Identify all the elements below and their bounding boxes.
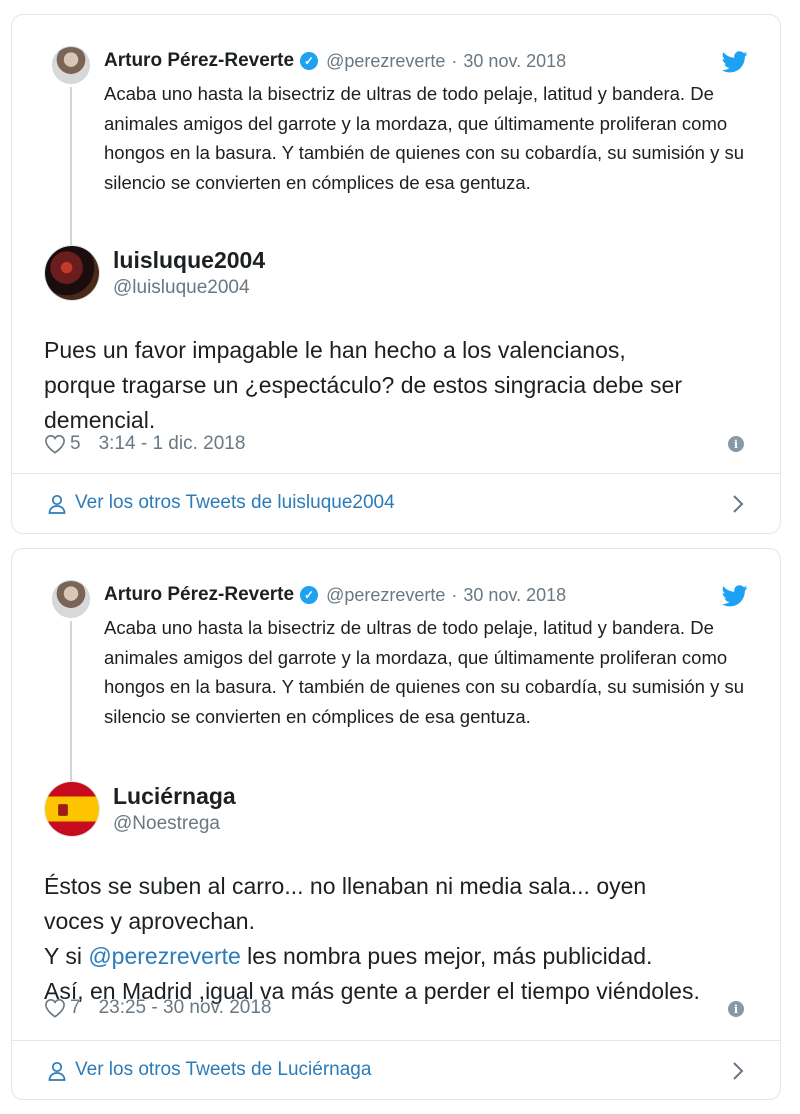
parent-tweet-text: Acaba uno hasta la bisectriz de ultras d…	[104, 617, 745, 727]
view-more-tweets-label[interactable]: Ver los otros Tweets de luisluque2004	[75, 492, 395, 514]
photo-avatar	[45, 246, 99, 300]
chevron-right-icon[interactable]	[732, 1061, 744, 1081]
reply-text-segment: les nombra pues mejor, más publicidad.	[240, 943, 653, 969]
reply-author-avatar[interactable]	[44, 245, 100, 301]
parent-tweet-header: Arturo Pérez-Reverte ✓ @perezreverte · 3…	[104, 49, 566, 73]
parent-author-name[interactable]: Arturo Pérez-Reverte	[104, 50, 294, 72]
parent-author-name[interactable]: Arturo Pérez-Reverte	[104, 584, 294, 606]
embedded-tweet-card: Arturo Pérez-Reverte ✓ @perezreverte · 3…	[11, 548, 781, 1100]
flag-crest	[58, 804, 68, 816]
reply-tweet-text: Éstos se suben al carro... no llenaban n…	[44, 869, 764, 1009]
reply-text-line: Y si @perezreverte les nombra pues mejor…	[44, 939, 764, 974]
parent-author-handle[interactable]: @perezreverte	[326, 585, 445, 606]
view-more-tweets-label[interactable]: Ver los otros Tweets de Luciérnaga	[75, 1059, 371, 1081]
info-icon[interactable]: i	[728, 1001, 744, 1017]
twitter-bird-icon[interactable]	[722, 585, 748, 607]
person-icon	[48, 494, 66, 514]
reply-author-name[interactable]: Luciérnaga	[113, 783, 236, 810]
view-more-tweets-link[interactable]: Ver los otros Tweets de luisluque2004	[12, 474, 780, 534]
reply-tweet-text: Pues un favor impagable le han hecho a l…	[44, 333, 764, 438]
parent-tweet-header: Arturo Pérez-Reverte ✓ @perezreverte · 3…	[104, 583, 566, 607]
reply-text-line: voces y aprovechan.	[44, 908, 255, 934]
person-icon	[48, 1061, 66, 1081]
reply-author-name[interactable]: luisluque2004	[113, 247, 265, 274]
info-icon[interactable]: i	[728, 436, 744, 452]
header-separator: ·	[451, 50, 458, 71]
chevron-right-icon[interactable]	[732, 494, 744, 514]
tweet-meta: 7 23:25 - 30 nov. 2018	[44, 995, 271, 1021]
reply-text-segment: Y si	[44, 943, 89, 969]
parent-author-avatar[interactable]	[52, 46, 90, 84]
mention-link[interactable]: @perezreverte	[88, 943, 240, 969]
heart-icon[interactable]	[44, 434, 66, 454]
tweet-timestamp[interactable]: 3:14 - 1 dic. 2018	[99, 433, 246, 455]
verified-badge-icon: ✓	[300, 52, 319, 70]
spain-flag-avatar	[45, 782, 99, 836]
reply-author-handle[interactable]: @luisluque2004	[113, 277, 250, 299]
parent-author-handle[interactable]: @perezreverte	[326, 51, 445, 72]
tweet-timestamp[interactable]: 23:25 - 30 nov. 2018	[99, 997, 272, 1019]
reply-text-line: Éstos se suben al carro... no llenaban n…	[44, 873, 647, 899]
reply-text-line: Pues un favor impagable le han hecho a l…	[44, 337, 626, 363]
view-more-tweets-link[interactable]: Ver los otros Tweets de Luciérnaga	[12, 1041, 780, 1101]
embedded-tweet-card: Arturo Pérez-Reverte ✓ @perezreverte · 3…	[11, 14, 781, 534]
verified-badge-icon: ✓	[300, 586, 319, 604]
reply-author-handle[interactable]: @Noestrega	[113, 813, 220, 835]
reply-author-avatar[interactable]	[44, 781, 100, 837]
heart-icon[interactable]	[44, 998, 66, 1018]
twitter-bird-icon[interactable]	[722, 51, 748, 73]
thread-line	[70, 87, 72, 247]
parent-tweet-text: Acaba uno hasta la bisectriz de ultras d…	[104, 83, 745, 193]
tweet-meta: 5 3:14 - 1 dic. 2018	[44, 431, 245, 457]
header-separator: ·	[451, 584, 458, 605]
reply-text-line: porque tragarse un ¿espectáculo? de esto…	[44, 372, 683, 398]
like-count[interactable]: 5	[70, 433, 81, 455]
like-count[interactable]: 7	[70, 997, 81, 1019]
parent-tweet-date[interactable]: 30 nov. 2018	[463, 51, 566, 72]
parent-author-avatar[interactable]	[52, 580, 90, 618]
parent-tweet-date[interactable]: 30 nov. 2018	[463, 585, 566, 606]
